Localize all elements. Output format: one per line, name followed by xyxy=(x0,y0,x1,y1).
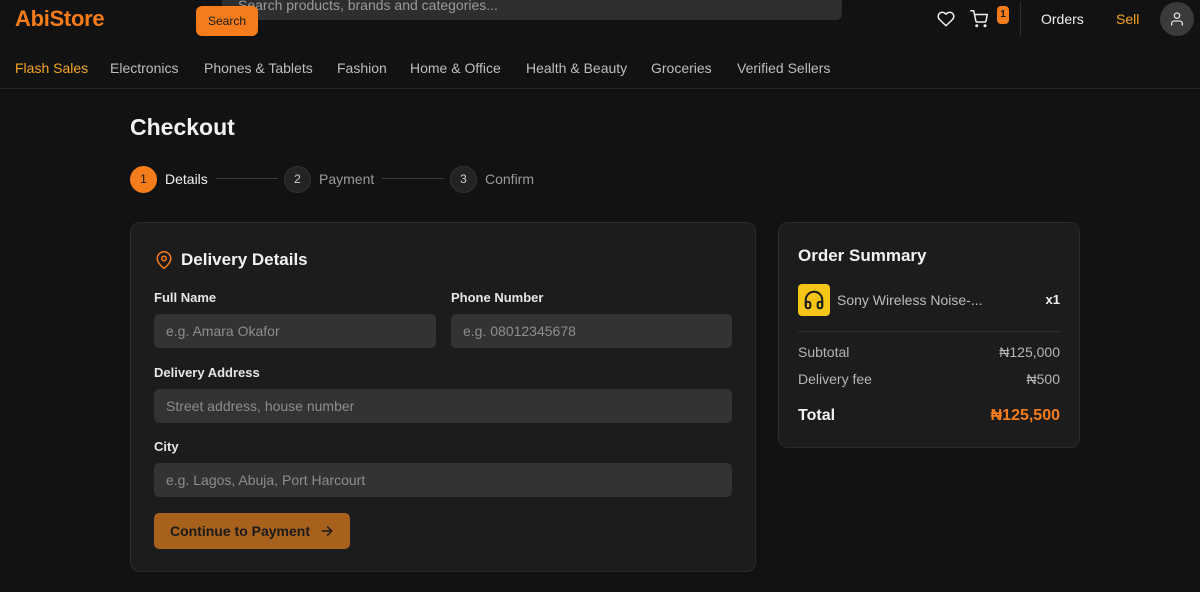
category-nav: Flash Sales Electronics Phones & Tablets… xyxy=(0,52,1200,88)
search-input[interactable] xyxy=(238,0,828,18)
category-phones-tablets[interactable]: Phones & Tablets xyxy=(204,60,313,76)
city-label: City xyxy=(154,439,179,454)
delivery-fee-value: ₦500 xyxy=(1026,371,1060,387)
store-logo[interactable]: AbiStore xyxy=(15,6,105,32)
cart-count-badge: 1 xyxy=(997,6,1009,24)
delivery-address-label: Delivery Address xyxy=(154,365,260,380)
step-label: Payment xyxy=(319,171,375,187)
delivery-fee-row: Delivery fee ₦500 xyxy=(798,371,1060,387)
category-electronics[interactable]: Electronics xyxy=(110,60,178,76)
product-name: Sony Wireless Noise-... xyxy=(837,292,983,308)
phone-number-label: Phone Number xyxy=(451,290,544,305)
subtotal-row: Subtotal ₦125,000 xyxy=(798,344,1060,360)
total-value: ₦125,500 xyxy=(990,407,1060,424)
arrow-right-icon xyxy=(321,526,333,536)
step-connector xyxy=(216,178,278,179)
step-label: Details xyxy=(165,171,208,187)
search-bar xyxy=(222,0,842,20)
total-row: Total ₦125,500 xyxy=(798,407,1060,425)
subtotal-label: Subtotal xyxy=(798,344,850,360)
search-button[interactable]: Search xyxy=(196,6,258,36)
step-number: 3 xyxy=(450,165,477,193)
user-icon xyxy=(1171,12,1183,26)
page-title: Checkout xyxy=(130,114,235,140)
category-groceries[interactable]: Groceries xyxy=(651,60,712,76)
category-health-beauty[interactable]: Health & Beauty xyxy=(526,60,627,76)
order-summary-card: Order Summary Sony Wireless Noise-... x1… xyxy=(778,222,1080,448)
order-summary-title: Order Summary xyxy=(798,246,927,265)
step-number: 1 xyxy=(130,165,157,193)
delivery-address-field[interactable] xyxy=(154,389,732,423)
sell-link[interactable]: Sell xyxy=(1116,11,1139,27)
full-name-field[interactable] xyxy=(154,314,436,348)
summary-divider xyxy=(798,331,1060,332)
step-details: 1 Details xyxy=(130,165,208,193)
product-quantity: x1 xyxy=(1045,292,1060,307)
headphones-icon xyxy=(804,290,824,310)
location-pin-icon xyxy=(155,250,173,275)
orders-link[interactable]: Orders xyxy=(1041,11,1084,27)
step-label: Confirm xyxy=(485,171,535,187)
cart-icon[interactable] xyxy=(970,10,988,28)
continue-to-payment-button[interactable]: Continue to Payment xyxy=(154,513,350,549)
step-payment: 2 Payment xyxy=(284,165,374,193)
category-fashion[interactable]: Fashion xyxy=(337,60,387,76)
top-header: AbiStore Search 1 Orders Sell xyxy=(0,0,1200,40)
city-field[interactable] xyxy=(154,463,732,497)
product-thumbnail xyxy=(798,284,830,316)
delivery-fee-label: Delivery fee xyxy=(798,371,872,387)
nav-divider xyxy=(0,88,1200,89)
phone-number-field[interactable] xyxy=(451,314,732,348)
delivery-details-title: Delivery Details xyxy=(181,250,308,269)
header-divider xyxy=(1020,2,1021,36)
total-label: Total xyxy=(798,407,836,424)
user-avatar[interactable] xyxy=(1160,2,1194,36)
step-confirm: 3 Confirm xyxy=(450,165,534,193)
subtotal-value: ₦125,000 xyxy=(999,344,1060,360)
category-flash-sales[interactable]: Flash Sales xyxy=(15,60,88,76)
step-number: 2 xyxy=(284,165,311,193)
continue-button-label: Continue to Payment xyxy=(169,523,310,539)
full-name-label: Full Name xyxy=(154,290,217,305)
category-home-office[interactable]: Home & Office xyxy=(410,60,501,76)
heart-icon[interactable] xyxy=(937,10,955,28)
step-connector xyxy=(382,178,444,179)
category-verified-sellers[interactable]: Verified Sellers xyxy=(737,60,830,76)
delivery-details-card: Delivery Details Full Name Phone Number … xyxy=(130,222,756,572)
